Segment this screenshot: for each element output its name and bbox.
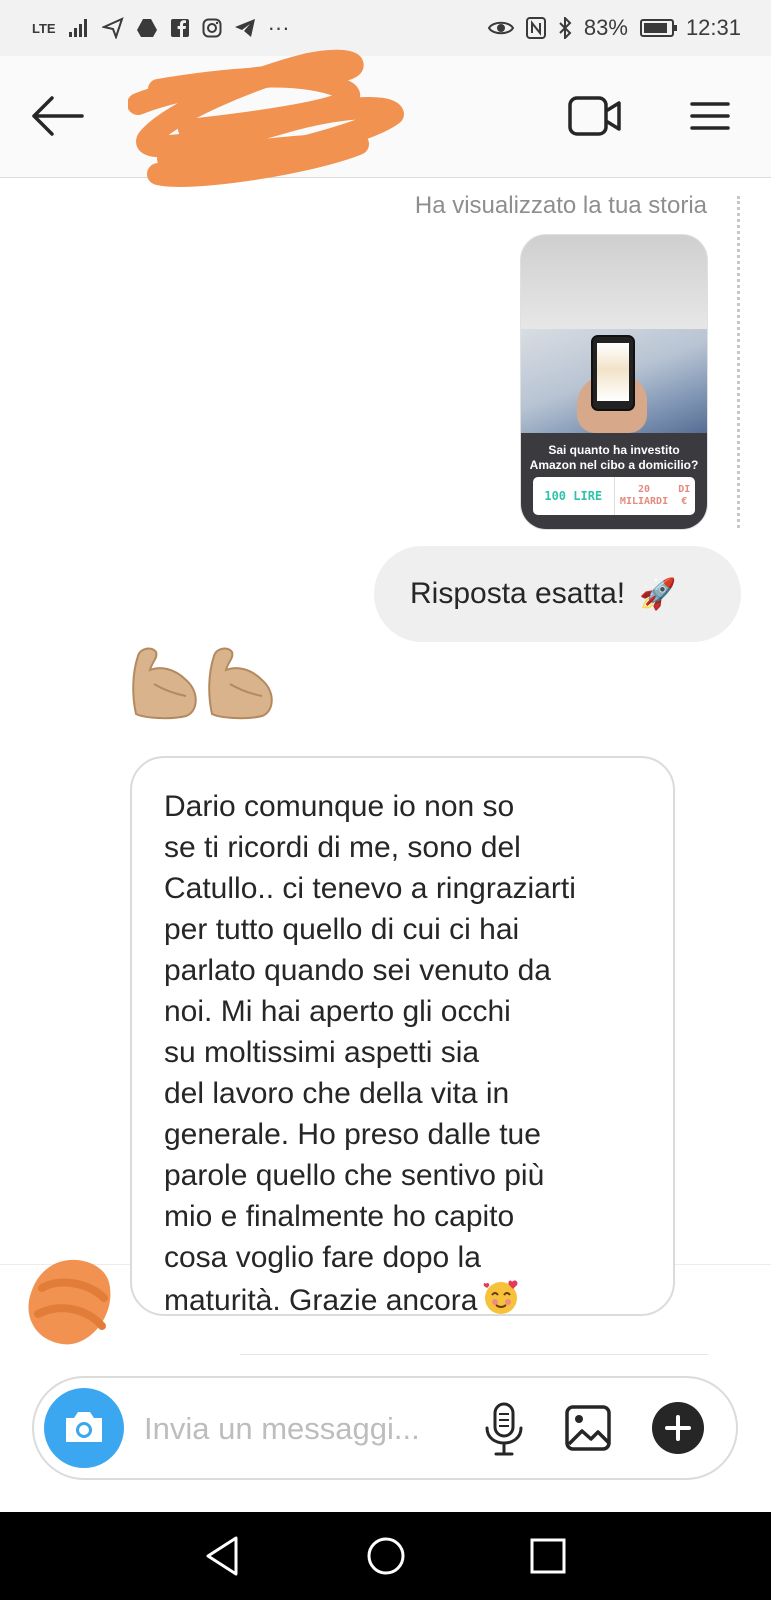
message-line: del lavoro che della vita in [164, 1077, 510, 1110]
message-line: mio e finalmente ho capito [164, 1200, 515, 1233]
flexed-biceps-icon [132, 647, 197, 720]
story-answer-2-line-1: 20 MILIARDI [619, 484, 669, 507]
status-left: LTE ··· [32, 15, 290, 41]
microphone-icon[interactable] [482, 1402, 526, 1456]
message-input[interactable] [142, 1400, 466, 1458]
nav-recents-icon[interactable] [524, 1532, 572, 1580]
message-composer [32, 1376, 738, 1480]
hamburger-menu-icon[interactable] [690, 100, 730, 132]
flexed-biceps-message[interactable] [130, 644, 278, 724]
rocket-icon: 🚀 [639, 577, 677, 611]
status-right: 83% 12:31 [487, 15, 741, 41]
message-line: cosa voglio fare dopo la [164, 1241, 481, 1274]
plus-icon [665, 1415, 691, 1441]
camera-button[interactable] [44, 1388, 124, 1468]
message-line: parole quello che sentivo più [164, 1159, 545, 1192]
smiling-face-with-hearts-icon [484, 1280, 518, 1314]
divider [240, 1354, 708, 1355]
story-answer-2-line-2: DI € [678, 484, 691, 507]
nfc-icon [525, 17, 546, 39]
redacted-username-scribble [128, 49, 404, 187]
message-line: parlato quando sei venuto da [164, 954, 551, 987]
telegram-icon [234, 19, 255, 37]
send-arrow-icon [101, 17, 124, 39]
message-line: se ti ricordi di me, sono del [164, 831, 521, 864]
chat-thread[interactable]: Ha visualizzato la tua storia Sai quanto… [0, 178, 771, 1378]
gallery-icon[interactable] [564, 1404, 612, 1452]
sender-avatar-redacted[interactable] [18, 1248, 122, 1352]
more-options-button[interactable] [652, 1402, 704, 1454]
message-line-text: maturità. Grazie ancora [164, 1284, 478, 1317]
facebook-icon [170, 19, 189, 37]
story-phone-graphic [591, 335, 635, 411]
story-answer-2: 20 MILIARDI DI € [615, 477, 696, 515]
signal-icon [68, 19, 87, 37]
battery-icon [639, 19, 677, 37]
flexed-biceps-icon [208, 647, 273, 720]
story-quiz-question: Sai quanto ha investito Amazon nel cibo … [521, 443, 707, 473]
more-notifications-icon: ··· [267, 15, 290, 40]
outgoing-message-text: Risposta esatta! [410, 577, 626, 610]
message-line: su moltissimi aspetti sia [164, 1036, 480, 1069]
conversation-header [0, 49, 771, 187]
arrow-left-icon[interactable] [30, 94, 86, 138]
story-question-line-2: Amazon nel cibo a domicilio? [529, 458, 699, 472]
nav-home-icon[interactable] [362, 1532, 410, 1580]
message-line-last: maturità. Grazie ancora [164, 1278, 643, 1321]
story-quiz-answers: 100 LIRE 20 MILIARDI DI € [533, 477, 695, 515]
battery-percent: 83% [583, 15, 628, 40]
incoming-message-bubble[interactable]: Dario comunque io non so se ti ricordi d… [130, 756, 675, 1317]
camera-icon [66, 1412, 102, 1442]
instagram-icon [202, 18, 222, 38]
drive-icon [136, 19, 157, 37]
story-reply-caption: Ha visualizzato la tua storia [414, 192, 707, 219]
message-line: Catullo.. ci tenevo a ringraziarti [164, 872, 576, 905]
message-line: generale. Ho preso dalle tue [164, 1118, 541, 1151]
story-reply-divider [737, 196, 740, 528]
system-navigation-bar [0, 1512, 771, 1600]
message-line: per tutto quello di cui ci hai [164, 913, 520, 946]
clock: 12:31 [685, 15, 741, 40]
eye-icon [487, 21, 514, 35]
bluetooth-icon [559, 17, 572, 39]
outgoing-message-bubble[interactable]: Risposta esatta! 🚀 [374, 546, 741, 642]
message-line: noi. Mi hai aperto gli occhi [164, 995, 511, 1028]
video-camera-icon[interactable] [568, 94, 622, 138]
nav-back-icon[interactable] [200, 1532, 248, 1580]
message-line: Dario comunque io non so [164, 790, 515, 823]
story-preview-card[interactable]: Sai quanto ha investito Amazon nel cibo … [520, 234, 708, 530]
story-question-line-1: Sai quanto ha investito [548, 443, 680, 457]
network-type-label: LTE [32, 20, 56, 36]
story-answer-1: 100 LIRE [533, 477, 615, 515]
story-quiz-panel: Sai quanto ha investito Amazon nel cibo … [521, 433, 707, 529]
